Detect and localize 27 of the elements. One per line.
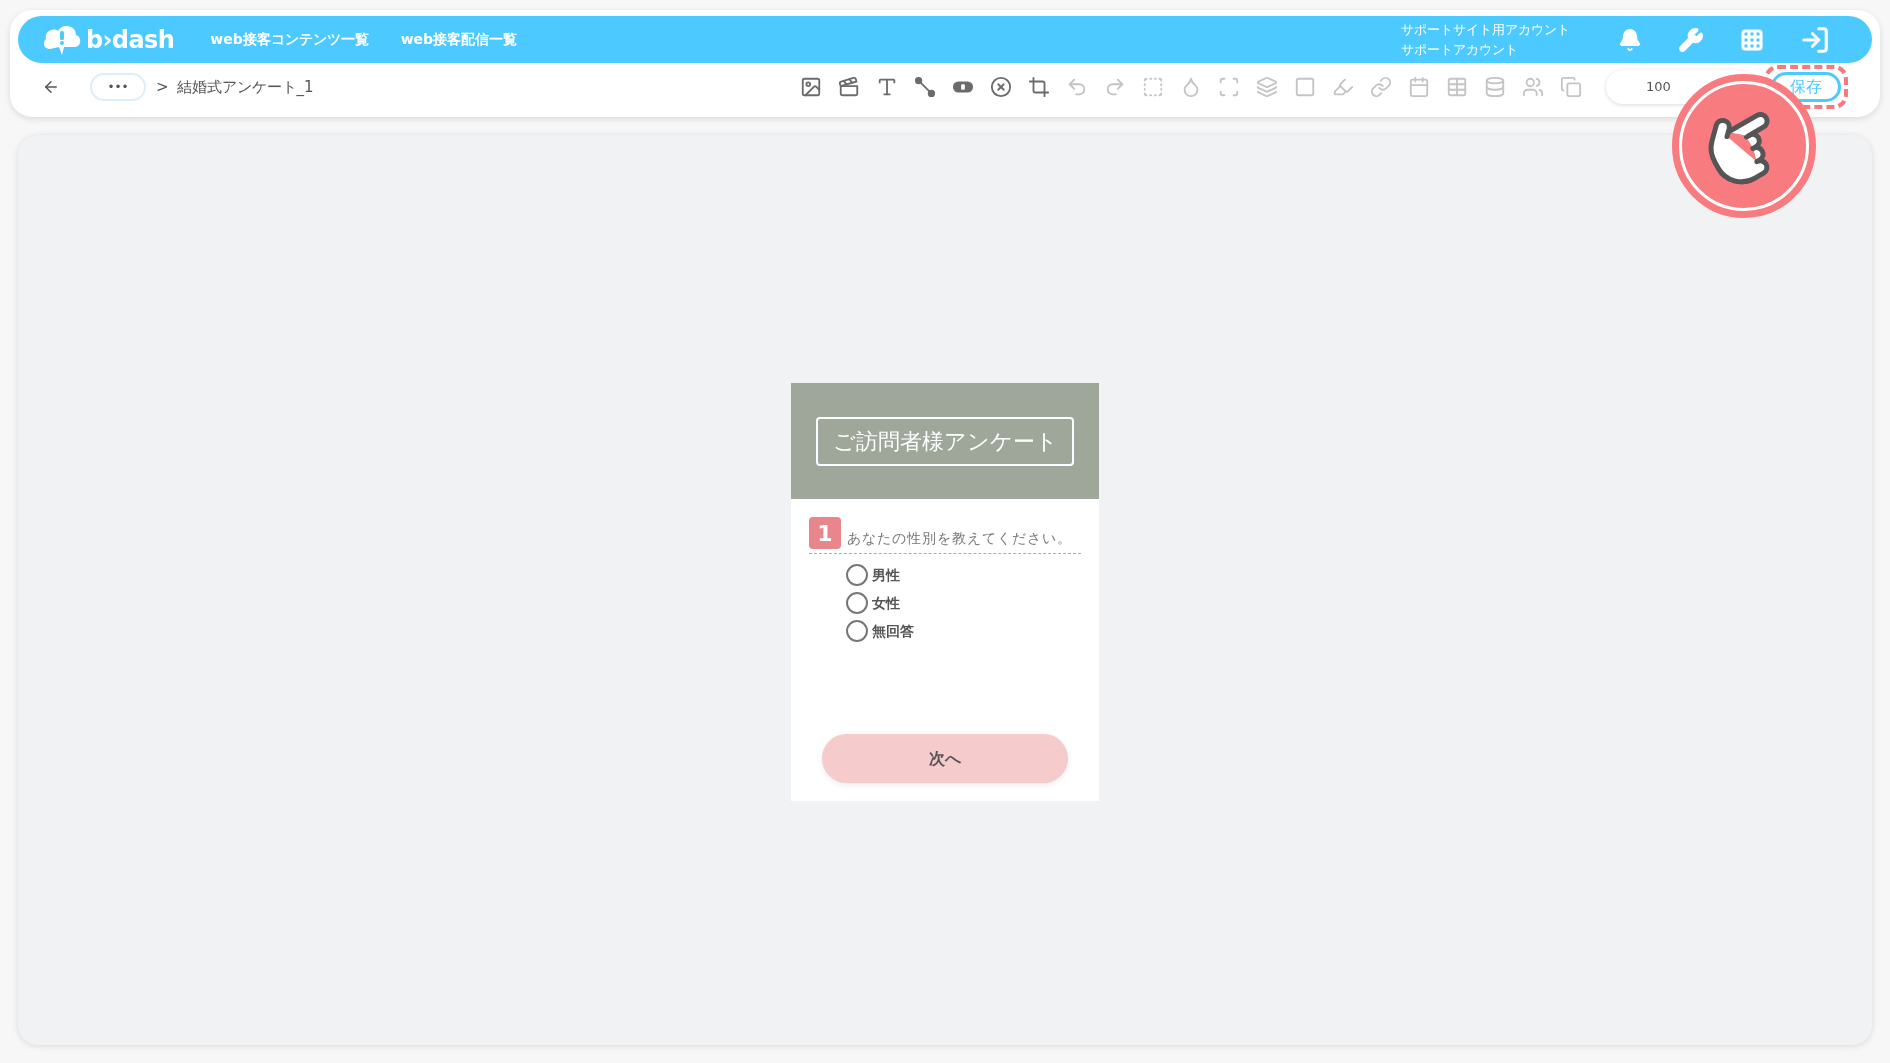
radio-option[interactable]: 男性 bbox=[846, 564, 1099, 586]
radio-option[interactable]: 無回答 bbox=[846, 620, 1099, 642]
crop-icon[interactable] bbox=[1028, 76, 1050, 98]
settings-icon[interactable] bbox=[1678, 26, 1704, 53]
image-icon[interactable] bbox=[800, 76, 822, 98]
radio-option[interactable]: 女性 bbox=[846, 592, 1099, 614]
more-button[interactable]: ••• bbox=[90, 73, 146, 101]
radio-button[interactable] bbox=[846, 592, 868, 614]
close-circle-icon[interactable] bbox=[990, 76, 1012, 98]
radio-button[interactable] bbox=[846, 564, 868, 586]
app-grid-icon[interactable] bbox=[1740, 27, 1764, 52]
radio-button[interactable] bbox=[846, 620, 868, 642]
question-text: あなたの性別を教えてください。 bbox=[847, 529, 1072, 548]
account-name: サポートサイト用アカウント bbox=[1401, 20, 1570, 39]
notification-icon[interactable] bbox=[1618, 27, 1642, 52]
breadcrumb-title: 結婚式アンケート_1 bbox=[176, 76, 314, 98]
account-name: サポートアカウント bbox=[1401, 40, 1519, 59]
logout-icon[interactable] bbox=[1800, 24, 1830, 55]
logo-text: b›dash bbox=[86, 24, 175, 56]
back-icon[interactable] bbox=[42, 78, 60, 96]
text-icon[interactable] bbox=[876, 76, 898, 98]
breadcrumb-separator: > bbox=[156, 76, 169, 98]
next-button[interactable]: 次へ bbox=[822, 734, 1068, 783]
clapperboard-icon[interactable] bbox=[838, 76, 860, 98]
line-icon[interactable] bbox=[914, 76, 936, 98]
question-number: 1 bbox=[809, 517, 841, 549]
survey-title: ご訪問者様アンケート bbox=[816, 416, 1074, 466]
